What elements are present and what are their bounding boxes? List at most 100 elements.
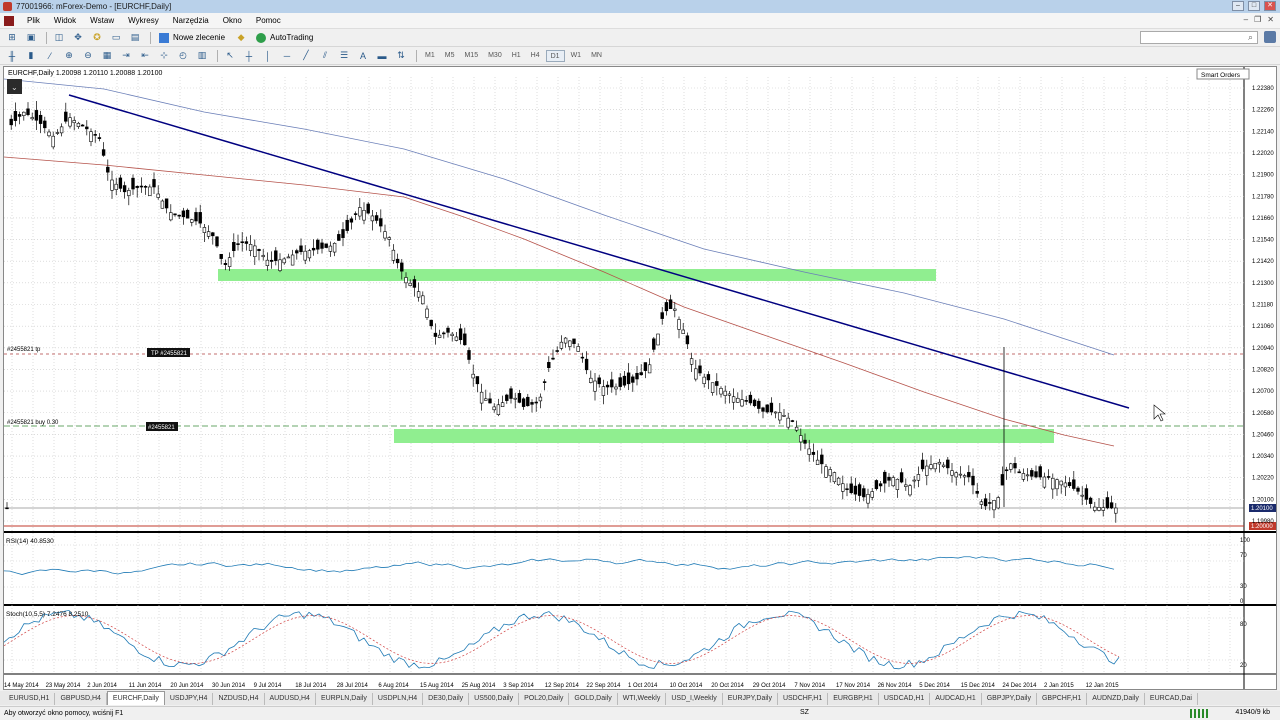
- menu-bar: Plik Widok Wstaw Wykresy Narzędzia Okno …: [0, 13, 1280, 29]
- templates-icon[interactable]: ▥: [194, 49, 210, 63]
- chart-tab[interactable]: EURPLN,Daily: [316, 693, 373, 705]
- tile-windows-icon[interactable]: ▦: [99, 49, 115, 63]
- chart-tab[interactable]: GBPCHF,H1: [1037, 693, 1088, 705]
- zoom-in-icon[interactable]: ⊕: [61, 49, 77, 63]
- text-icon[interactable]: A: [355, 49, 371, 63]
- mdi-restore-icon[interactable]: ❐: [1254, 15, 1261, 24]
- minimize-button[interactable]: –: [1232, 1, 1244, 11]
- candle-body: [769, 402, 774, 413]
- horizontal-line-icon[interactable]: ─: [279, 49, 295, 63]
- chart-tab[interactable]: EURCHF,Daily: [106, 691, 165, 705]
- terminal-icon[interactable]: ▭: [108, 31, 124, 45]
- chart-tab[interactable]: GOLD,Daily: [569, 693, 618, 705]
- chart-tab[interactable]: GBPUSD,H4: [55, 693, 107, 705]
- autotrading-button[interactable]: AutoTrading: [252, 31, 317, 45]
- mdi-minimize-icon[interactable]: –: [1244, 15, 1248, 24]
- timeframe-m30[interactable]: M30: [484, 50, 506, 62]
- candle-body: [660, 312, 664, 319]
- candle-body: [219, 253, 223, 259]
- indicators-icon[interactable]: ⊹: [156, 49, 172, 63]
- chart-tab[interactable]: USDPLN,H4: [373, 693, 424, 705]
- timeframe-m5[interactable]: M5: [441, 50, 459, 62]
- timeframe-h4[interactable]: H4: [527, 50, 544, 62]
- timeframe-w1[interactable]: W1: [567, 50, 586, 62]
- timeframe-mn[interactable]: MN: [587, 50, 606, 62]
- community-icon[interactable]: [1264, 31, 1276, 43]
- autoscroll-icon[interactable]: ⇥: [118, 49, 134, 63]
- chart-tab[interactable]: AUDNZD,Daily: [1087, 693, 1145, 705]
- chart-tab[interactable]: USDCAD,H1: [879, 693, 931, 705]
- fibonacci-icon[interactable]: ☰: [336, 49, 352, 63]
- strategy-tester-icon[interactable]: ▤: [127, 31, 143, 45]
- chart-tab[interactable]: NZDUSD,H4: [213, 693, 265, 705]
- new-chart-icon[interactable]: ⊞: [4, 31, 20, 45]
- chart-tab[interactable]: EURCAD,Dai: [1145, 693, 1198, 705]
- chart-tab[interactable]: EURUSD,H1: [4, 693, 56, 705]
- timeframe-m1[interactable]: M1: [421, 50, 439, 62]
- zoom-out-icon[interactable]: ⊖: [80, 49, 96, 63]
- data-window-icon[interactable]: ✥: [70, 31, 86, 45]
- close-button[interactable]: ✕: [1264, 1, 1276, 11]
- mdi-close-icon[interactable]: ✕: [1267, 15, 1274, 24]
- menu-file[interactable]: Plik: [20, 16, 47, 25]
- channel-icon[interactable]: ⫽: [317, 49, 333, 63]
- timeframe-d1[interactable]: D1: [545, 49, 565, 62]
- meta-editor-icon[interactable]: ◆: [233, 31, 249, 45]
- menu-charts[interactable]: Wykresy: [121, 16, 166, 25]
- cursor-icon[interactable]: ↖: [222, 49, 238, 63]
- label-icon[interactable]: ▬: [374, 49, 390, 63]
- chart-tab[interactable]: USD_I,Weekly: [666, 693, 723, 705]
- chart-tab[interactable]: POL20,Daily: [519, 693, 570, 705]
- vertical-line-icon[interactable]: │: [260, 49, 276, 63]
- chart-tab[interactable]: DE30,Daily: [423, 693, 470, 705]
- timeframe-m15[interactable]: M15: [460, 50, 482, 62]
- candle-body: [677, 319, 681, 330]
- candle-body: [568, 340, 572, 347]
- menu-view[interactable]: Widok: [47, 16, 83, 25]
- candle-body: [929, 464, 933, 469]
- new-order-button[interactable]: Nowe zlecenie: [155, 31, 229, 45]
- menu-window[interactable]: Okno: [216, 16, 249, 25]
- trendline-icon[interactable]: ╱: [298, 49, 314, 63]
- crosshair-icon[interactable]: ┼: [241, 49, 257, 63]
- periods-icon[interactable]: ◴: [175, 49, 191, 63]
- candle-body: [269, 259, 274, 262]
- chart-tab[interactable]: GBPJPY,Daily: [982, 693, 1037, 705]
- market-watch-icon[interactable]: ◫: [51, 31, 67, 45]
- chart-tab[interactable]: EURGBP,H1: [828, 693, 879, 705]
- candle-body: [206, 231, 211, 237]
- chart-tab[interactable]: AUDUSD,H4: [265, 693, 316, 705]
- menu-tools[interactable]: Narzędzia: [166, 16, 216, 25]
- chart-tab[interactable]: USDJPY,H4: [165, 693, 214, 705]
- date-axis-label: 9 Jul 2014: [254, 683, 282, 689]
- date-axis-label: 2 Jan 2015: [1044, 683, 1074, 689]
- candlestick-icon[interactable]: ▮: [23, 49, 39, 63]
- maximize-button[interactable]: □: [1248, 1, 1260, 11]
- candle-body: [345, 219, 349, 231]
- candle-body: [362, 210, 366, 221]
- candle-body: [1025, 474, 1030, 477]
- menu-insert[interactable]: Wstaw: [83, 16, 121, 25]
- timeframe-h1[interactable]: H1: [508, 50, 525, 62]
- chart-window[interactable]: EURCHF,Daily 1.20098 1.20110 1.20088 1.2…: [3, 66, 1277, 690]
- chart-shift-icon[interactable]: ⇤: [137, 49, 153, 63]
- search-input[interactable]: ⌕: [1140, 31, 1258, 44]
- search-icon[interactable]: ⌕: [1248, 32, 1253, 43]
- candle-body: [467, 350, 471, 360]
- navigator-icon[interactable]: ✪: [89, 31, 105, 45]
- candle-body: [1076, 487, 1080, 492]
- chart-tab[interactable]: EURJPY,Daily: [723, 693, 778, 705]
- profiles-icon[interactable]: ▣: [23, 31, 39, 45]
- candle-body: [85, 126, 89, 130]
- menu-help[interactable]: Pomoc: [249, 16, 288, 25]
- chart-tab[interactable]: AUDCAD,H1: [930, 693, 982, 705]
- candle-body: [891, 477, 895, 487]
- chart-tab[interactable]: USDCHF,H1: [778, 693, 829, 705]
- line-chart-icon[interactable]: ⁄: [42, 49, 58, 63]
- chart-tab[interactable]: WTI,Weekly: [618, 693, 667, 705]
- price-chart[interactable]: EURCHF,Daily 1.20098 1.20110 1.20088 1.2…: [4, 67, 1276, 689]
- arrows-icon[interactable]: ⇅: [393, 49, 409, 63]
- bar-chart-icon[interactable]: ╫: [4, 49, 20, 63]
- chart-tab[interactable]: US500,Daily: [469, 693, 520, 705]
- candle-body: [328, 245, 333, 252]
